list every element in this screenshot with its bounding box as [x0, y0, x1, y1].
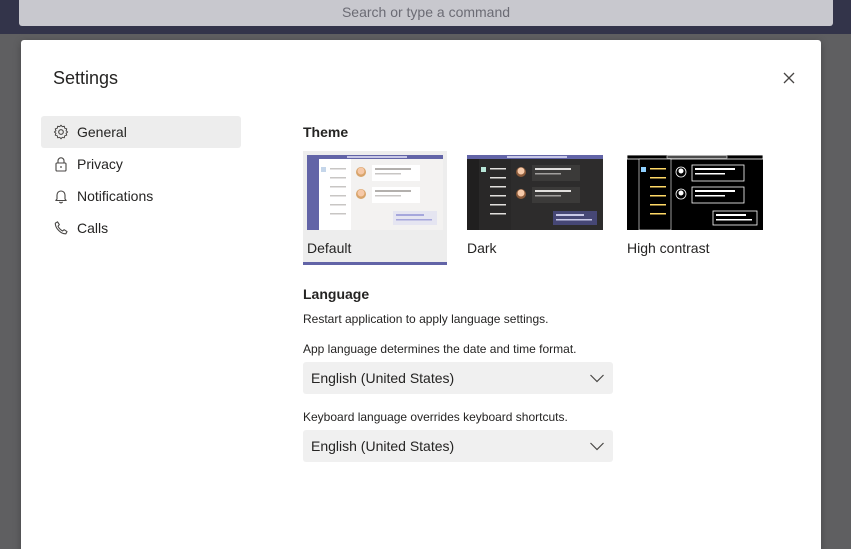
nav-item-privacy[interactable]: Privacy: [41, 148, 241, 180]
app-language-select[interactable]: English (United States): [303, 362, 613, 394]
nav-item-label: Privacy: [77, 156, 123, 172]
keyboard-language-value: English (United States): [311, 438, 455, 454]
close-button[interactable]: [781, 70, 797, 86]
theme-label: Default: [307, 240, 352, 256]
nav-item-general[interactable]: General: [41, 116, 241, 148]
theme-option-dark[interactable]: Dark: [463, 151, 607, 262]
bell-icon: [53, 188, 69, 204]
theme-label: High contrast: [627, 240, 710, 256]
nav-item-label: Notifications: [77, 188, 154, 204]
theme-preview-high-contrast: [627, 155, 763, 230]
app-language-value: English (United States): [311, 370, 455, 386]
theme-label: Dark: [467, 240, 497, 256]
chevron-down-icon: [590, 442, 604, 451]
theme-preview-dark: [467, 155, 603, 230]
nav-item-notifications[interactable]: Notifications: [41, 180, 241, 212]
keyboard-language-select[interactable]: English (United States): [303, 430, 613, 462]
settings-nav: General Privacy Notifications Calls: [41, 116, 241, 244]
nav-item-calls[interactable]: Calls: [41, 212, 241, 244]
app-language-note: App language determines the date and tim…: [303, 342, 577, 356]
close-icon: [783, 72, 795, 84]
theme-heading: Theme: [303, 124, 349, 140]
nav-item-label: Calls: [77, 220, 109, 236]
chevron-down-icon: [590, 374, 604, 383]
restart-note: Restart application to apply language se…: [303, 312, 549, 326]
theme-option-default[interactable]: Default: [303, 151, 447, 265]
theme-preview-default: [307, 155, 443, 230]
theme-options: Default Dark High contrast: [303, 151, 767, 265]
nav-item-label: General: [77, 124, 127, 140]
theme-option-high-contrast[interactable]: High contrast: [623, 151, 767, 262]
gear-icon: [53, 124, 69, 140]
search-input[interactable]: Search or type a command: [19, 0, 833, 26]
settings-dialog: Settings General Privacy Notifications C…: [21, 40, 821, 549]
keyboard-language-note: Keyboard language overrides keyboard sho…: [303, 410, 568, 424]
phone-icon: [53, 220, 69, 236]
lock-icon: [53, 156, 69, 172]
dialog-title: Settings: [53, 68, 119, 88]
top-bar: Search or type a command: [0, 0, 851, 34]
language-heading: Language: [303, 286, 370, 302]
